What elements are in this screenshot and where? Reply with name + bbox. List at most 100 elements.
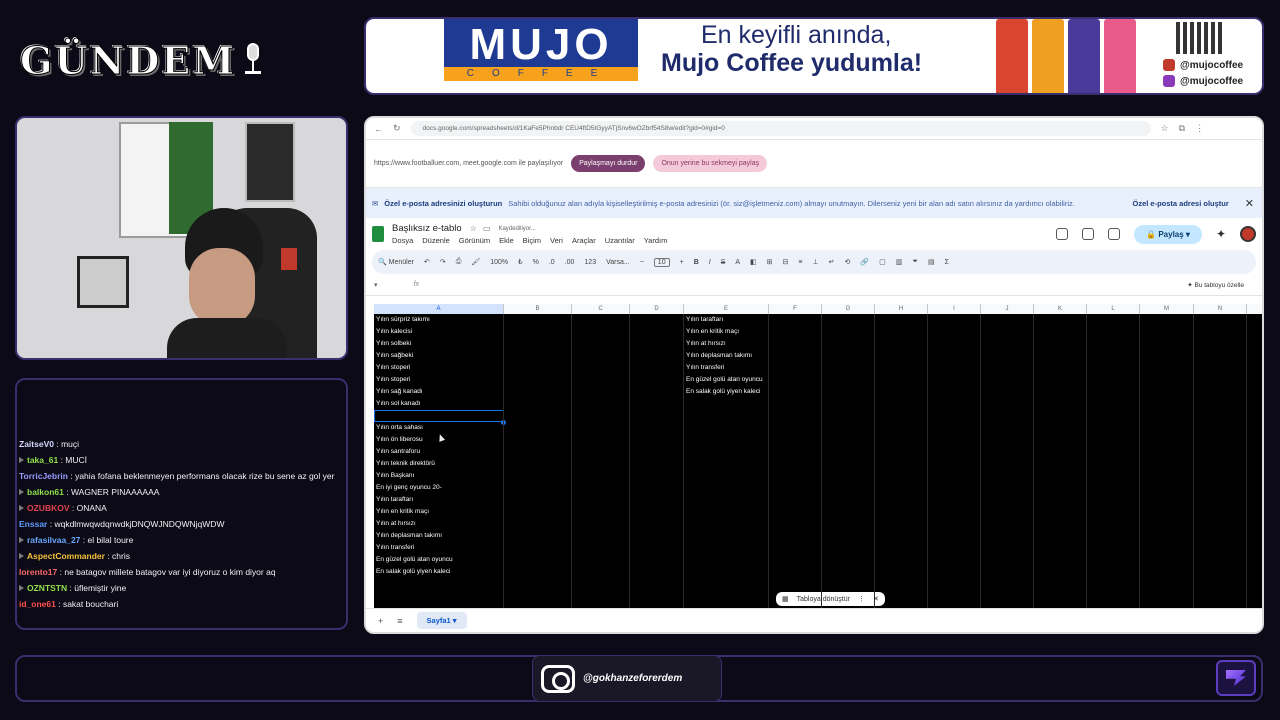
- chat-username[interactable]: rafasilvaa_27: [27, 535, 80, 545]
- cell-a[interactable]: En güzel golü atan oyuncu: [376, 554, 453, 566]
- column-header-l[interactable]: L: [1087, 304, 1140, 314]
- borders-icon[interactable]: ⊞: [767, 258, 773, 266]
- text-color-button[interactable]: A: [735, 259, 740, 266]
- menu-item[interactable]: Görünüm: [459, 236, 490, 245]
- fill-color-icon[interactable]: ◧: [750, 258, 757, 266]
- chat-username[interactable]: OZUBKOV: [27, 503, 70, 513]
- sheets-logo-icon[interactable]: [372, 226, 384, 242]
- menu-item[interactable]: Araçlar: [572, 236, 596, 245]
- cell-a[interactable]: En iyi genç oyuncu 20-: [376, 482, 442, 494]
- chat-username[interactable]: Enssar: [19, 519, 47, 529]
- cell-a[interactable]: Yılın sağbeki: [376, 350, 413, 362]
- menu-item[interactable]: Dosya: [392, 236, 413, 245]
- font-select[interactable]: Varsa...: [606, 259, 630, 266]
- percent-format[interactable]: %: [533, 259, 539, 266]
- functions-button[interactable]: Σ: [945, 259, 949, 266]
- link-icon[interactable]: 🔗: [860, 258, 869, 266]
- menu-item[interactable]: Düzenle: [422, 236, 450, 245]
- menus-search[interactable]: 🔍 Menüler: [378, 258, 414, 266]
- cell-a[interactable]: Yılın kalecisi: [376, 326, 412, 338]
- chat-username[interactable]: lorento17: [19, 567, 57, 577]
- column-header-n[interactable]: N: [1194, 304, 1247, 314]
- cell-a[interactable]: Yılın deplasman takımı: [376, 530, 442, 542]
- chart-icon[interactable]: ▥: [896, 258, 903, 266]
- grid-body[interactable]: ▦ Tabloya dönüştür ⋮ ✕ Yılın sürpriz tak…: [374, 314, 1262, 608]
- decrease-decimal[interactable]: .0: [549, 259, 555, 266]
- all-sheets-button[interactable]: ≡: [397, 616, 402, 626]
- menu-item[interactable]: Yardım: [644, 236, 668, 245]
- number-format[interactable]: 123: [584, 259, 596, 266]
- undo-icon[interactable]: ↶: [424, 258, 430, 266]
- more-icon[interactable]: ⋮: [858, 595, 865, 603]
- cell-a[interactable]: Yılın ön liberosu: [376, 434, 423, 446]
- cell-e[interactable]: En salak golü yiyen kaleci: [686, 386, 760, 398]
- chat-username[interactable]: AspectCommander: [27, 551, 105, 561]
- column-header-e[interactable]: E: [684, 304, 769, 314]
- spreadsheet-grid[interactable]: ABCDEFGHIJKLMN ▦ Tabloya dönüştür ⋮ ✕ Yı…: [374, 304, 1262, 608]
- column-header-h[interactable]: H: [875, 304, 928, 314]
- cell-e[interactable]: Yılın taraftarı: [686, 314, 723, 326]
- comment-icon[interactable]: [1082, 228, 1095, 240]
- close-icon[interactable]: ✕: [1245, 197, 1254, 210]
- column-header-k[interactable]: K: [1034, 304, 1087, 314]
- customize-table-button[interactable]: ✦ Bu tabloyu özelle: [1187, 281, 1244, 289]
- cell-a[interactable]: Yılın en kritik maçı: [376, 506, 429, 518]
- star-icon[interactable]: ☆: [470, 224, 477, 233]
- wrap-icon[interactable]: ↵: [829, 258, 835, 266]
- zoom-select[interactable]: 100%: [490, 259, 508, 266]
- redo-icon[interactable]: ↷: [440, 258, 446, 266]
- convert-to-table-chip[interactable]: ▦ Tabloya dönüştür ⋮ ✕: [776, 592, 885, 606]
- column-header-g[interactable]: G: [822, 304, 875, 314]
- column-header-m[interactable]: M: [1140, 304, 1194, 314]
- cell-a[interactable]: Yılın sağ kanadı: [376, 386, 423, 398]
- chat-username[interactable]: ZaitseV0: [19, 439, 54, 449]
- font-size-decrease[interactable]: −: [640, 259, 644, 266]
- create-email-link[interactable]: Özel e-posta adresi oluştur: [1133, 199, 1229, 208]
- filter-views-icon[interactable]: ▤: [928, 258, 935, 266]
- cell-a[interactable]: Yılın stoperi: [376, 374, 410, 386]
- meet-icon[interactable]: [1108, 228, 1121, 240]
- add-sheet-button[interactable]: +: [378, 616, 383, 626]
- gemini-icon[interactable]: ✦: [1216, 227, 1226, 241]
- tab-sheet1[interactable]: Sayfa1 ▾: [416, 612, 467, 629]
- history-icon[interactable]: [1056, 228, 1069, 240]
- menu-item[interactable]: Uzantılar: [605, 236, 635, 245]
- browser-menu-icon[interactable]: ⋮: [1195, 123, 1204, 134]
- column-header-c[interactable]: C: [572, 304, 630, 314]
- cell-a[interactable]: Yılın sol kanadı: [376, 398, 420, 410]
- cell-a[interactable]: Yılın stoperi: [376, 362, 410, 374]
- cell-a[interactable]: Yılın sürpriz takımı: [376, 314, 430, 326]
- share-button[interactable]: 🔒 Paylaş ▾: [1134, 224, 1202, 244]
- reload-icon[interactable]: ↻: [393, 123, 401, 134]
- cell-e[interactable]: Yılın en kritik maçı: [686, 326, 739, 338]
- merge-icon[interactable]: ⊟: [783, 258, 789, 266]
- cell-a[interactable]: Yılın orta sahası: [376, 422, 423, 434]
- column-header-b[interactable]: B: [504, 304, 572, 314]
- chat-username[interactable]: OZNTSTN: [27, 583, 67, 593]
- menu-item[interactable]: Biçim: [523, 236, 541, 245]
- align-icon[interactable]: ≡: [798, 259, 802, 266]
- filter-icon[interactable]: ⏷: [912, 258, 918, 266]
- address-bar[interactable]: docs.google.com/spreadsheets/d/1KaFe5Phn…: [410, 121, 1151, 136]
- chat-username[interactable]: taka_61: [27, 455, 58, 465]
- back-icon[interactable]: ←: [374, 124, 383, 134]
- name-box[interactable]: ▾: [374, 281, 378, 289]
- extensions-icon[interactable]: ⧉: [1179, 123, 1185, 134]
- chat-username[interactable]: TorricJebrin: [19, 471, 68, 481]
- column-header-d[interactable]: D: [630, 304, 684, 314]
- insert-comment-icon[interactable]: ▢: [879, 258, 886, 266]
- selected-cell[interactable]: [374, 410, 504, 422]
- rotate-icon[interactable]: ⟲: [845, 258, 851, 266]
- cell-a[interactable]: Yılın Başkanı: [376, 470, 414, 482]
- font-size-input[interactable]: 10: [653, 257, 670, 267]
- cell-a[interactable]: En salak golü yiyen kaleci: [376, 566, 450, 578]
- cell-a[interactable]: Yılın solbeki: [376, 338, 411, 350]
- cell-e[interactable]: Yılın deplasman takımı: [686, 350, 752, 362]
- cell-a[interactable]: Yılın santraforu: [376, 446, 420, 458]
- strikethrough-button[interactable]: S: [721, 259, 726, 266]
- menu-item[interactable]: Ekle: [499, 236, 514, 245]
- stop-sharing-button[interactable]: Paylaşmayı durdur: [571, 155, 646, 172]
- folder-icon[interactable]: ▭: [483, 224, 491, 233]
- avatar[interactable]: [1240, 226, 1256, 242]
- cell-a[interactable]: Yılın transferi: [376, 542, 414, 554]
